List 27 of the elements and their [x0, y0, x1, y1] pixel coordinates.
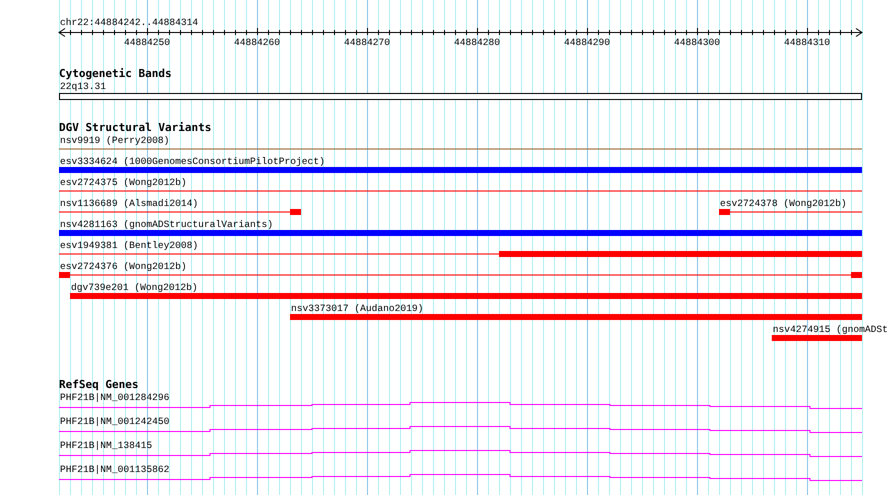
feature-label: esv2724378 (Wong2012b)	[720, 198, 847, 209]
gene-label: PHF21B|NM_001284296	[60, 392, 170, 403]
gene-label: PHF21B|NM_138415	[60, 440, 152, 451]
track-title: DGV Structural Variants	[59, 121, 212, 134]
feature-label: esv3334624 (1000GenomesConsortiumPilotProject)	[60, 156, 325, 167]
feature-label: nsv1136689 (Alsmadi2014)	[60, 198, 198, 209]
tick-label: 44884260	[234, 37, 280, 48]
feature-label: esv1949381 (Bentley2008)	[60, 240, 198, 251]
feature-label: nsv3373017 (Audano2019)	[291, 303, 424, 314]
tick-label: 44884310	[784, 37, 830, 48]
tick-label: 44884250	[124, 37, 170, 48]
feature-label: esv2724376 (Wong2012b)	[60, 261, 187, 272]
gene-label: PHF21B|NM_001242450	[60, 416, 170, 427]
track-title: RefSeq Genes	[59, 378, 138, 391]
band-label: 22q13.31	[60, 81, 106, 92]
feature-label: nsv4281163 (gnomADStructuralVariants)	[60, 219, 274, 230]
track-title: Cytogenetic Bands	[59, 67, 172, 80]
feature-label: nsv4274915 (gnomADSt	[772, 324, 888, 335]
tick-label: 44884300	[674, 37, 720, 48]
tick-label: 44884280	[454, 37, 500, 48]
tick-label: 44884290	[564, 37, 610, 48]
tick-label: 44884270	[344, 37, 390, 48]
feature-label: nsv9919 (Perry2008)	[60, 135, 170, 146]
location-label: chr22:44884242..44884314	[60, 17, 198, 28]
gene-label: PHF21B|NM_001135862	[60, 464, 170, 475]
feature-label: dgv739e201 (Wong2012b)	[71, 282, 198, 293]
feature-label: esv2724375 (Wong2012b)	[60, 177, 187, 188]
